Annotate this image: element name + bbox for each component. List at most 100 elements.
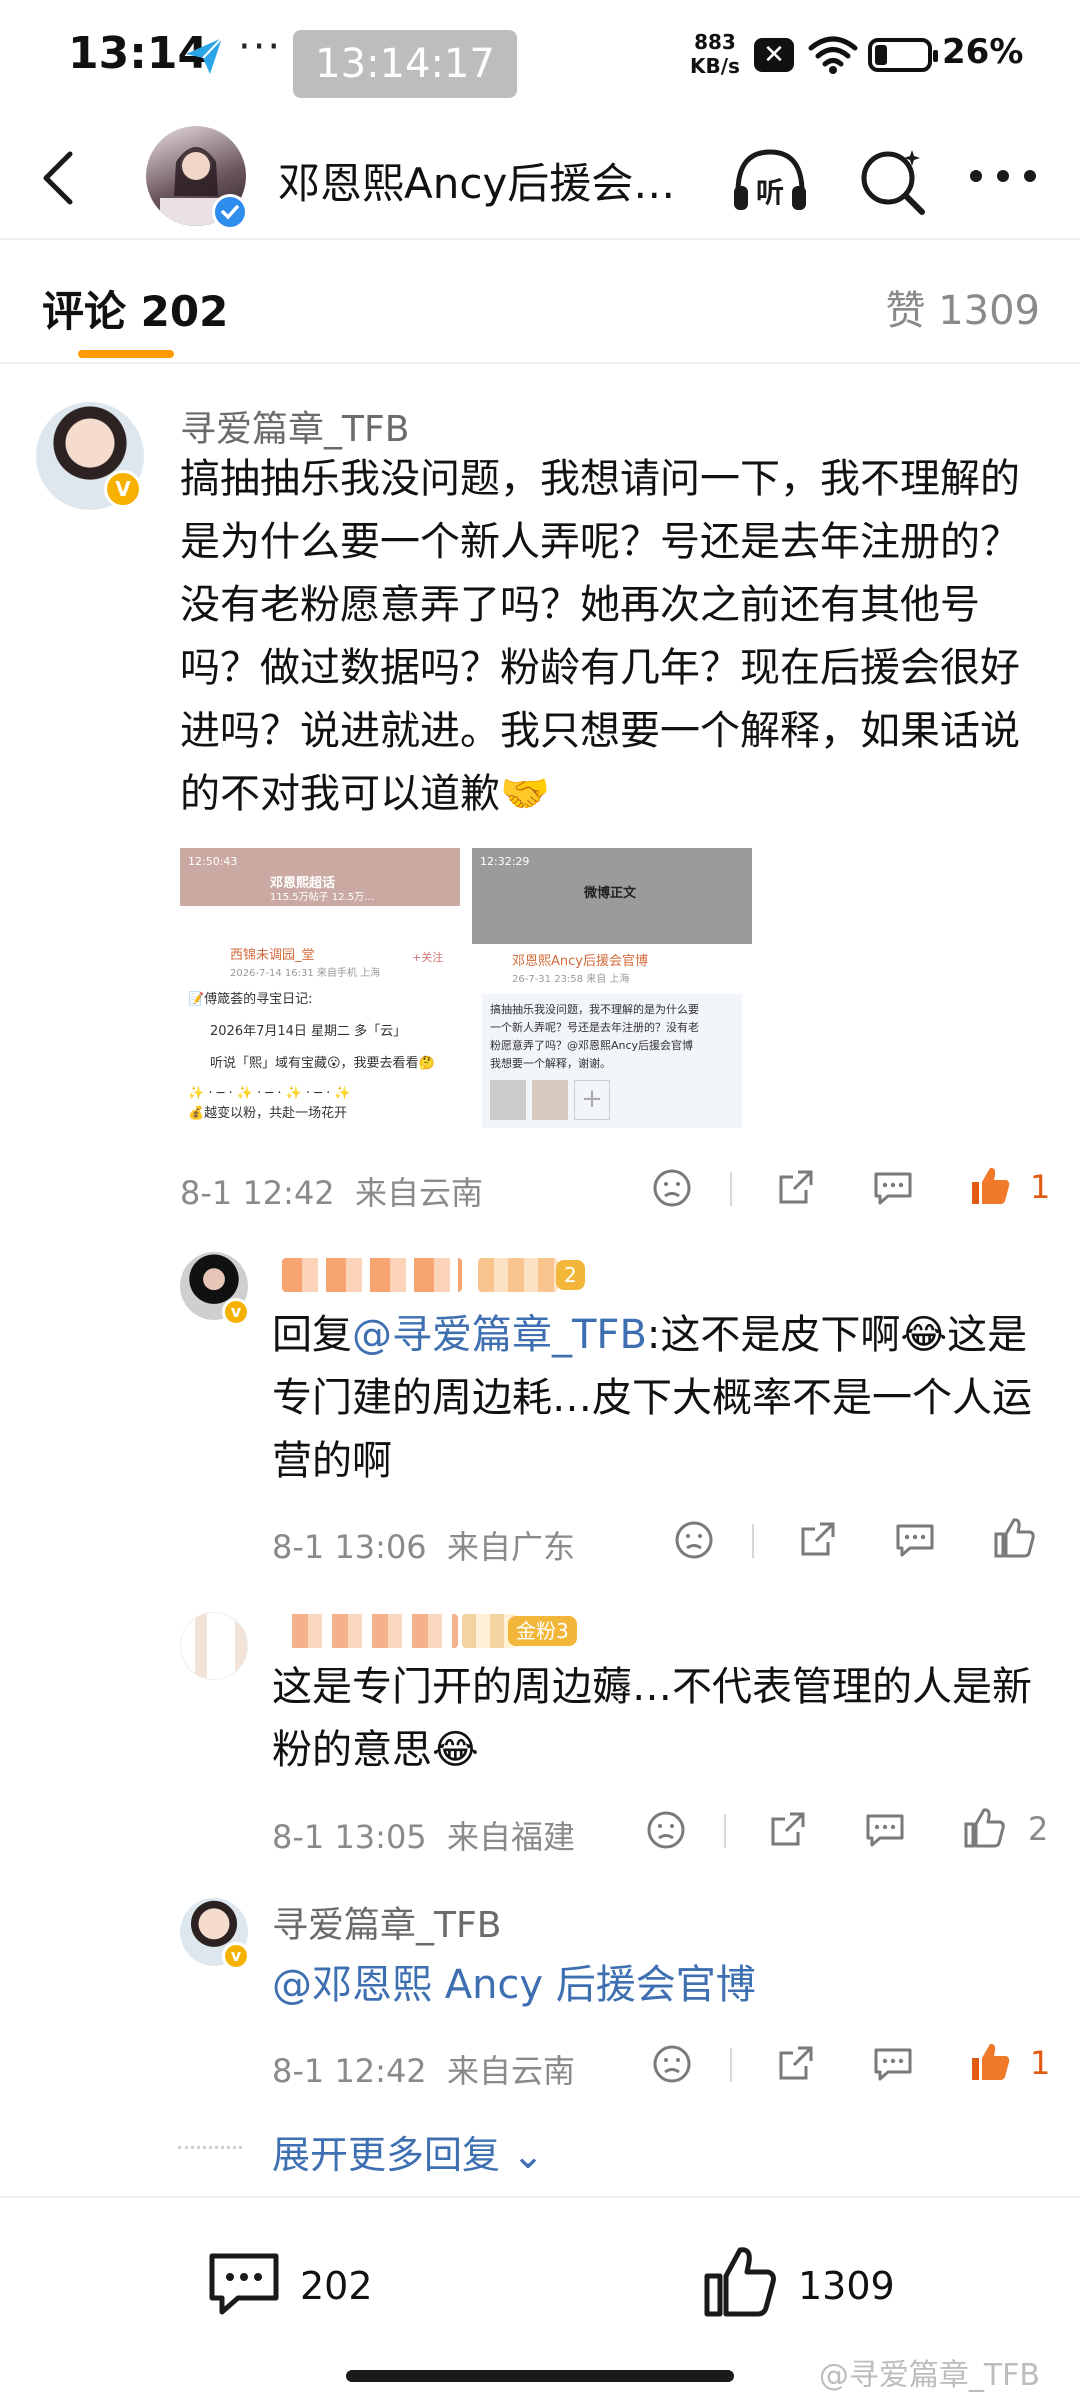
like-icon[interactable] — [962, 1806, 1006, 1848]
comment-count[interactable]: 202 — [300, 2264, 373, 2308]
share-icon[interactable] — [776, 1168, 816, 1208]
image-line: 听说「熙」域有宝藏😮，我要去看看🤔 — [210, 1056, 435, 1071]
action-divider — [730, 1172, 732, 1206]
like-total[interactable]: 1309 — [798, 2264, 895, 2308]
wifi-icon — [808, 36, 858, 74]
share-icon[interactable] — [776, 2044, 816, 2084]
image-title: 微博正文 — [584, 886, 637, 901]
expand-more-replies[interactable]: 展开更多回复 ⌄ — [272, 2124, 544, 2179]
reply-meta: 8-1 12:42 来自云南 — [272, 2046, 575, 2092]
image-status-time: 12:32:29 — [480, 855, 530, 868]
comment-icon[interactable] — [872, 1168, 914, 1208]
dislike-icon[interactable] — [674, 1520, 714, 1560]
like-filled-icon[interactable] — [968, 1164, 1012, 1206]
battery-percent: 26% — [942, 32, 1024, 72]
comment-location: 来自云南 — [355, 1174, 484, 1212]
send-arrow-icon — [186, 37, 223, 74]
more-options-icon[interactable] — [968, 166, 1038, 186]
watermark: @寻爱篇章_TFB — [818, 2358, 1040, 2393]
reply-time: 8-1 13:06 — [272, 1528, 427, 1566]
image-line: 我想要一个解释，谢谢。 — [490, 1057, 611, 1070]
reply-location: 来自云南 — [447, 2052, 576, 2090]
dislike-icon[interactable] — [652, 2044, 692, 2084]
reply-time: 8-1 13:05 — [272, 1818, 427, 1856]
share-icon[interactable] — [768, 1810, 808, 1850]
reply-avatar[interactable] — [180, 1612, 248, 1680]
image-status-time: 12:50:43 — [188, 855, 238, 868]
image-subtitle: 115.5万帖子 12.5万… — [270, 892, 375, 903]
comment-tabs: 评论 202 赞 1309 — [0, 240, 1080, 364]
network-speed: 883 KB/s — [690, 30, 740, 78]
fan-badge: 2 — [556, 1260, 585, 1290]
image-line: 📝傅箴荟的寻宝日记: — [188, 992, 313, 1007]
listen-label: 听 — [756, 176, 784, 209]
reply-mention[interactable]: @邓恩熙 Ancy 后援会官博 — [272, 1954, 1050, 2017]
listen-button[interactable]: 听 — [730, 146, 810, 220]
dislike-icon[interactable] — [646, 1810, 686, 1850]
expand-divider — [178, 2146, 242, 2149]
reply-mention[interactable]: @寻爱篇章_TFB — [352, 1312, 647, 1358]
network-speed-value: 883 — [694, 30, 736, 54]
share-icon[interactable] — [798, 1520, 838, 1560]
status-more-dots: ··· — [238, 24, 283, 70]
reply-time: 8-1 12:42 — [272, 2052, 427, 2090]
network-speed-unit: KB/s — [690, 54, 740, 78]
home-indicator[interactable] — [346, 2370, 734, 2382]
blurred-username-tail — [478, 1258, 558, 1292]
reply-text: 回复@寻爱篇章_TFB:这不是皮下啊😂这是专门建的周边耗…皮下大概率不是一个人运… — [272, 1304, 1050, 1493]
page-title[interactable]: 邓恩熙Ancy后援会… — [278, 150, 675, 211]
verified-badge-icon: V — [104, 470, 142, 508]
headphones-icon: 听 — [734, 149, 806, 210]
verified-badge-icon — [212, 194, 248, 230]
reply-meta: 8-1 13:06 来自广东 — [272, 1522, 575, 1568]
action-divider — [752, 1524, 754, 1558]
comment-image-2[interactable]: 12:32:29 微博正文 邓恩熙Ancy后援会官博 26-7-31 23:58… — [472, 848, 752, 1128]
image-add-icon: + — [574, 1080, 610, 1120]
tab-comments[interactable]: 评论 202 — [42, 278, 228, 339]
search-icon[interactable] — [856, 144, 928, 216]
no-sim-icon: ✕ — [754, 38, 794, 72]
dislike-icon[interactable] — [652, 1168, 692, 1208]
image-post-meta: 26-7-31 23:58 来自 上海 — [512, 974, 630, 985]
active-tab-indicator — [78, 350, 174, 358]
comment-text: 搞抽抽乐我没问题，我想请问一下，我不理解的是为什么要一个新人弄呢？号还是去年注册… — [180, 456, 1020, 817]
tab-likes[interactable]: 赞 1309 — [885, 278, 1040, 336]
image-poster: 西锦未调园_堂 — [230, 948, 315, 963]
comment-icon[interactable] — [894, 1520, 936, 1560]
like-filled-icon[interactable] — [968, 2040, 1012, 2082]
comment-image-1[interactable]: 12:50:43 邓恩熙超话 115.5万帖子 12.5万… +关注 西锦未调园… — [180, 848, 460, 1128]
reply-username[interactable]: 寻爱篇章_TFB — [272, 1896, 501, 1948]
verified-badge-icon: v — [222, 1298, 250, 1326]
like-count: 1 — [1030, 1168, 1051, 1206]
fan-badge: 金粉3 — [508, 1616, 577, 1646]
image-line: 一个新人弄呢？号还是去年注册的？没有老 — [490, 1021, 699, 1034]
reply-prefix: 回复 — [272, 1312, 352, 1358]
verified-badge-icon: v — [222, 1942, 250, 1970]
comment-icon[interactable] — [864, 1810, 906, 1850]
action-divider — [724, 1814, 726, 1848]
image-line: 💰越变以粉，共赴一场花开 — [188, 1106, 348, 1121]
comment-meta: 8-1 12:42 来自云南 — [180, 1168, 483, 1214]
like-count: 1 — [1030, 2044, 1051, 2082]
back-arrow-icon[interactable] — [38, 148, 78, 208]
reply-location: 来自福建 — [447, 1818, 576, 1856]
battery-icon — [868, 38, 938, 72]
image-line: ✨ · ─ · ✨ · ─ · ✨ · ─ · ✨ — [188, 1086, 351, 1101]
image-mini-thumb — [532, 1080, 568, 1120]
image-line: 粉愿意弄了吗？@邓恩熙Ancy后援会官博 — [490, 1039, 694, 1052]
like-icon[interactable] — [992, 1516, 1036, 1558]
comment-time: 8-1 12:42 — [180, 1174, 335, 1212]
comment-icon[interactable] — [872, 2044, 914, 2084]
commenter-username[interactable]: 寻爱篇章_TFB — [180, 400, 409, 452]
like-count: 2 — [1028, 1810, 1049, 1848]
thumbs-up-icon[interactable] — [702, 2244, 780, 2320]
blurred-username — [282, 1258, 462, 1292]
reply-text: 这是专门开的周边薅…不代表管理的人是新粉的意思😂 — [272, 1664, 1032, 1773]
status-bar: 13:14 ··· 13:14:17 883 KB/s ✕ 26% — [0, 0, 1080, 118]
action-divider — [730, 2048, 732, 2082]
comment-bubble-icon[interactable] — [206, 2248, 282, 2320]
image-line: 搞抽抽乐我没问题，我不理解的是为什么要 — [490, 1003, 699, 1016]
image-line: 2026年7月14日 星期二 多「云」 — [210, 1024, 407, 1039]
blurred-username — [282, 1614, 458, 1648]
image-post-meta: 2026-7-14 16:31 来自手机 上海 — [230, 968, 381, 979]
